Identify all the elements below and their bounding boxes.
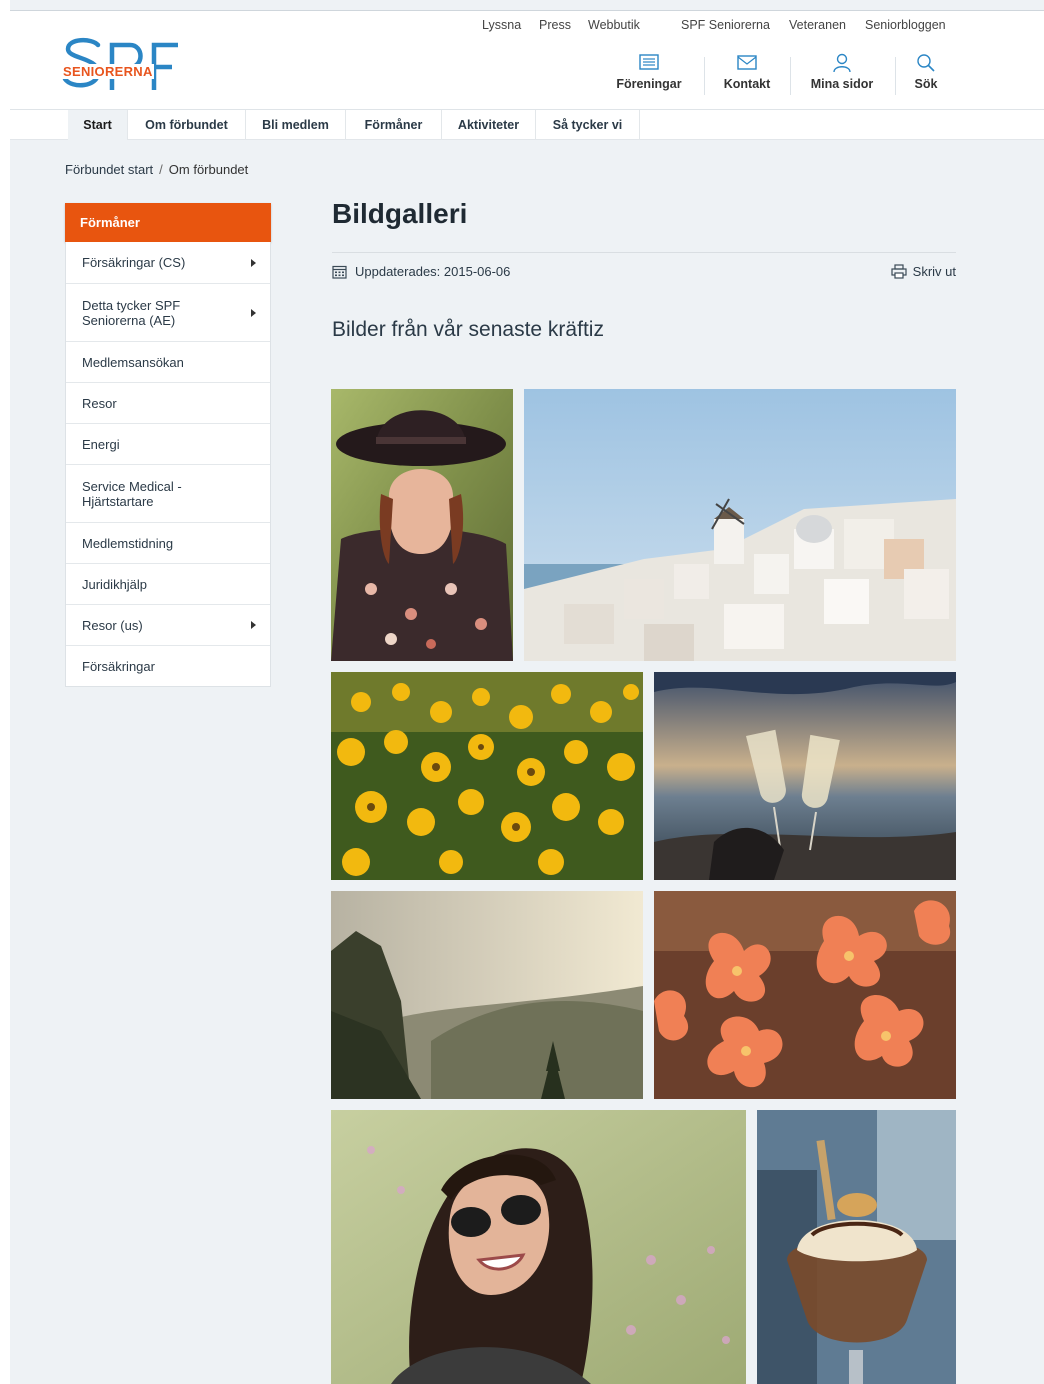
toplink-veteranen[interactable]: Veteranen bbox=[789, 18, 846, 32]
main-nav: Start Om förbundet Bli medlem Förmåner A… bbox=[10, 110, 1044, 140]
sidebar-list: Försäkringar (CS) Detta tycker SPF Senio… bbox=[65, 242, 271, 687]
nav-aktiviteter[interactable]: Aktiviteter bbox=[442, 110, 536, 140]
sidebar-item-service-medical[interactable]: Service Medical - Hjärtstartare bbox=[66, 464, 270, 522]
breadcrumb: Förbundet start / Om förbundet bbox=[65, 162, 248, 177]
page-title: Bildgalleri bbox=[332, 198, 468, 229]
print-label: Skriv ut bbox=[912, 264, 956, 279]
sidebar-item-forsakringar[interactable]: Försäkringar bbox=[66, 645, 270, 686]
updated-text: Uppdaterades: 2015-06-06 bbox=[355, 264, 511, 279]
sidebar-item-label: Resor bbox=[82, 395, 117, 411]
tool-foreningar-label: Föreningar bbox=[616, 77, 682, 91]
sidebar-item-medlemstidning[interactable]: Medlemstidning bbox=[66, 522, 270, 563]
sidebar-item-energi[interactable]: Energi bbox=[66, 423, 270, 464]
tool-divider bbox=[895, 57, 896, 95]
chevron-right-icon bbox=[251, 621, 256, 629]
gallery-photo-yellow-flowers[interactable] bbox=[331, 672, 643, 880]
sidebar-item-juridikhjalp[interactable]: Juridikhjälp bbox=[66, 563, 270, 604]
photo-image bbox=[654, 891, 956, 1099]
photo-image bbox=[331, 389, 513, 661]
photo-image bbox=[331, 1110, 746, 1384]
sidebar-item-detta-tycker[interactable]: Detta tycker SPF Seniorerna (AE) bbox=[66, 283, 270, 341]
sidebar-item-label: Detta tycker SPF Seniorerna (AE) bbox=[82, 297, 181, 328]
photo-image bbox=[331, 891, 643, 1099]
nav-sa-tycker-vi[interactable]: Så tycker vi bbox=[536, 110, 640, 140]
breadcrumb-current: Om förbundet bbox=[168, 162, 249, 177]
gallery-photo-champagne-glasses[interactable] bbox=[654, 672, 956, 880]
sidebar-item-label: Service Medical - Hjärtstartare bbox=[82, 478, 182, 509]
gallery-photo-woman-sunglasses[interactable] bbox=[331, 1110, 746, 1384]
nav-om-forbundet[interactable]: Om förbundet bbox=[128, 110, 246, 140]
sidebar: Förmåner Försäkringar (CS) Detta tycker … bbox=[65, 203, 271, 687]
logo-text: SENIORERNA bbox=[62, 64, 154, 79]
tool-mina-sidor-label: Mina sidor bbox=[810, 77, 874, 91]
gallery-photo-santorini-village[interactable] bbox=[524, 389, 956, 661]
gallery-photo-woman-in-hat[interactable] bbox=[331, 389, 513, 661]
toplink-webbutik[interactable]: Webbutik bbox=[588, 18, 640, 32]
nav-formaner[interactable]: Förmåner bbox=[346, 110, 442, 140]
printer-icon bbox=[891, 264, 907, 279]
gallery-photo-mountain-valley[interactable] bbox=[331, 891, 643, 1099]
sidebar-item-medlemsansokan[interactable]: Medlemsansökan bbox=[66, 341, 270, 382]
chevron-right-icon bbox=[251, 258, 256, 267]
gallery-photo-ice-cream-sundae[interactable] bbox=[757, 1110, 956, 1384]
calendar-icon bbox=[332, 265, 347, 279]
divider bbox=[332, 252, 956, 253]
toplink-seniorbloggen[interactable]: Seniorbloggen bbox=[865, 18, 946, 32]
breadcrumb-separator: / bbox=[159, 162, 163, 177]
photo-image bbox=[757, 1110, 956, 1384]
sidebar-heading[interactable]: Förmåner bbox=[65, 203, 271, 242]
tool-kontakt-label: Kontakt bbox=[723, 77, 771, 91]
sidebar-item-label: Medlemstidning bbox=[82, 535, 174, 551]
sidebar-item-label: Medlemsansökan bbox=[82, 354, 184, 370]
tool-sok[interactable]: Sök bbox=[908, 53, 944, 99]
tool-divider bbox=[790, 57, 791, 95]
sidebar-item-forsakringar-cs[interactable]: Försäkringar (CS) bbox=[66, 242, 270, 283]
sidebar-item-resor[interactable]: Resor bbox=[66, 382, 270, 423]
toplink-lyssna[interactable]: Lyssna bbox=[482, 18, 521, 32]
updated-date: Uppdaterades: 2015-06-06 bbox=[332, 264, 510, 279]
chevron-right-icon bbox=[251, 308, 256, 317]
gallery-photo-orange-flowers[interactable] bbox=[654, 891, 956, 1099]
spf-logo[interactable]: SENIORERNA bbox=[62, 35, 192, 97]
tool-kontakt[interactable]: Kontakt bbox=[715, 53, 779, 99]
sidebar-item-label: Juridikhjälp bbox=[82, 576, 148, 592]
photo-image bbox=[524, 389, 956, 661]
sidebar-item-label: Försäkringar bbox=[82, 658, 155, 674]
nav-bli-medlem[interactable]: Bli medlem bbox=[246, 110, 346, 140]
tool-sok-label: Sök bbox=[914, 77, 938, 91]
search-icon bbox=[917, 54, 935, 72]
sidebar-item-label: Försäkringar (CS) bbox=[82, 255, 186, 270]
lead-text: Bilder från vår senaste kräftiz bbox=[332, 318, 604, 341]
nav-start[interactable]: Start bbox=[68, 110, 128, 140]
print-button[interactable]: Skriv ut bbox=[891, 264, 956, 279]
page: SENIORERNA Lyssna Press Webbutik SPF Sen… bbox=[10, 0, 1044, 1384]
photo-image bbox=[654, 672, 956, 880]
user-icon bbox=[833, 53, 851, 73]
tool-foreningar[interactable]: Föreningar bbox=[614, 53, 684, 99]
mail-icon bbox=[737, 55, 757, 70]
toplink-spf-seniorerna[interactable]: SPF Seniorerna bbox=[681, 18, 770, 32]
breadcrumb-home[interactable]: Förbundet start bbox=[65, 162, 153, 177]
photo-image bbox=[331, 672, 643, 880]
tool-mina-sidor[interactable]: Mina sidor bbox=[804, 53, 880, 99]
sidebar-item-label: Resor (us) bbox=[82, 617, 143, 633]
list-icon bbox=[639, 54, 659, 70]
toplink-press[interactable]: Press bbox=[539, 18, 571, 32]
sidebar-item-resor-us[interactable]: Resor (us) bbox=[66, 604, 270, 645]
tool-divider bbox=[704, 57, 705, 95]
site-header: SENIORERNA Lyssna Press Webbutik SPF Sen… bbox=[10, 10, 1044, 110]
sidebar-item-label: Energi bbox=[82, 436, 120, 452]
